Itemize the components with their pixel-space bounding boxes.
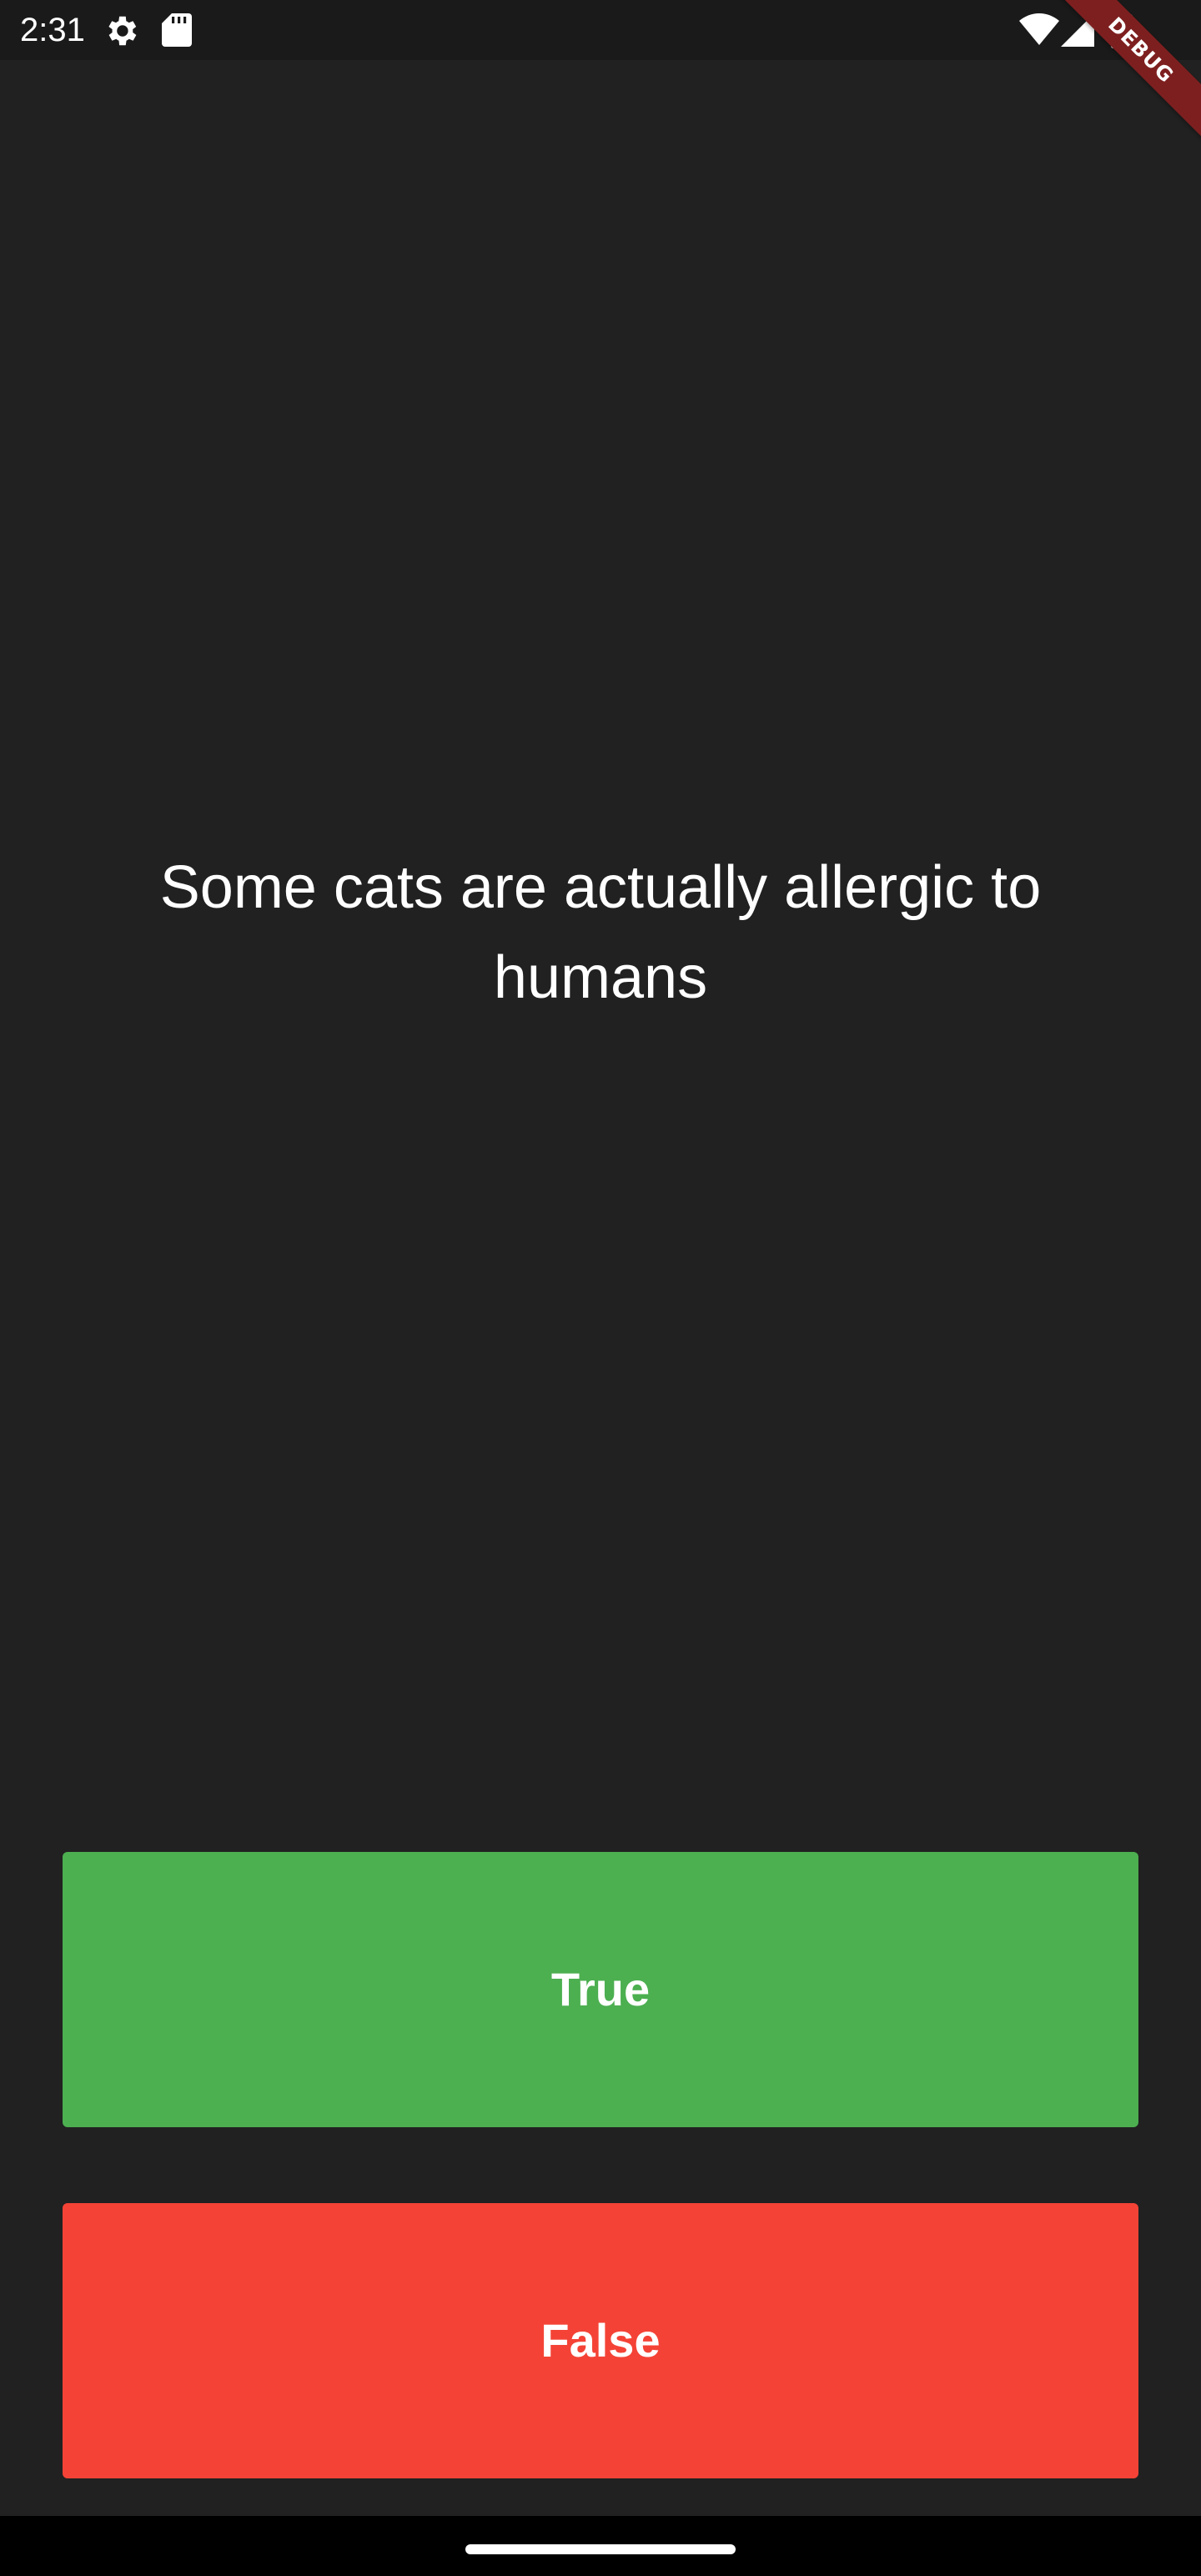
question-text: Some cats are actually allergic to human… [159, 854, 1042, 1011]
true-button[interactable]: True [63, 1852, 1138, 2127]
false-button[interactable]: False [63, 2203, 1138, 2478]
navigation-bar [0, 2516, 1201, 2576]
wifi-icon [1019, 13, 1059, 45]
status-time: 2:31 [20, 12, 85, 48]
app-screen: 2:31 DEBUG Some cats are actually allerg… [0, 0, 1201, 2576]
settings-gear-icon [108, 16, 137, 46]
home-gesture-handle[interactable] [465, 2544, 736, 2554]
sd-card-icon [162, 13, 192, 47]
status-bar: 2:31 [0, 0, 1201, 60]
